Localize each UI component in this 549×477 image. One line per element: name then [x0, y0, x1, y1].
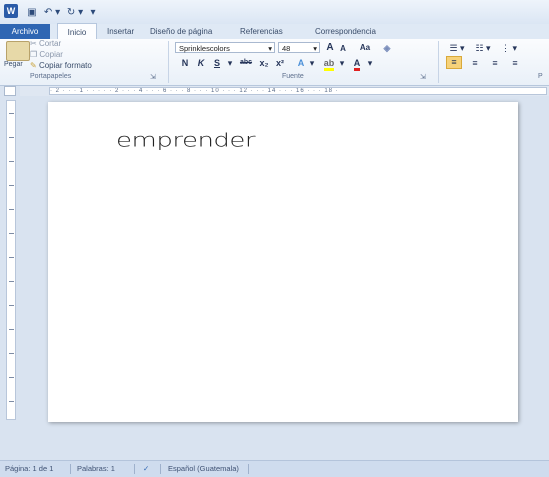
language-indicator[interactable]: Español (Guatemala): [168, 461, 239, 477]
align-right-icon[interactable]: ≡: [488, 57, 502, 69]
ruler-tick: [9, 329, 14, 330]
clipboard-group-label: Portapapeles: [30, 73, 72, 80]
undo-icon[interactable]: ↶ ▾: [40, 5, 64, 20]
status-divider: [248, 464, 249, 474]
ruler-tick: [9, 257, 14, 258]
customize-qat-icon[interactable]: ▾: [86, 5, 100, 20]
copy-button[interactable]: ❐ Copiar: [30, 50, 63, 59]
italic-button[interactable]: K: [196, 57, 206, 69]
ruler-tick: [9, 209, 14, 210]
change-case-button[interactable]: Aa: [356, 42, 374, 54]
tab-mailings[interactable]: Correspondencia: [315, 24, 376, 39]
ruler-tick: [9, 281, 14, 282]
page-count[interactable]: Página: 1 de 1: [5, 461, 53, 477]
ruler-scale: · 2 · · · 1 · · · · · 2 · · · 4 · · · 6 …: [49, 87, 547, 95]
ribbon-tabs: Archivo Inicio Insertar Diseño de página…: [0, 23, 549, 41]
horizontal-ruler[interactable]: · 2 · · · 1 · · · · · 2 · · · 4 · · · 6 …: [20, 86, 549, 96]
multilevel-list-icon[interactable]: ⋮ ▾: [498, 42, 520, 54]
status-divider: [160, 464, 161, 474]
font-group-label: Fuente: [282, 73, 304, 80]
text-effects-chevron-icon: ▾: [309, 58, 315, 68]
tab-insert[interactable]: Insertar: [107, 24, 134, 39]
align-left-icon[interactable]: ≡: [446, 56, 462, 69]
ruler-tick: [9, 353, 14, 354]
text-effects-icon[interactable]: A: [294, 57, 308, 69]
format-painter-button[interactable]: ✎ Copiar formato: [30, 61, 92, 70]
tab-file[interactable]: Archivo: [0, 24, 50, 39]
font-name-select[interactable]: Sprinklescolors ▾: [175, 42, 275, 53]
paste-button[interactable]: Pegar: [4, 61, 23, 68]
justify-icon[interactable]: ≡: [508, 57, 522, 69]
ruler-tick: [9, 113, 14, 114]
status-divider: [70, 464, 71, 474]
ruler-tick: [9, 377, 14, 378]
status-divider: [134, 464, 135, 474]
cut-button[interactable]: ✂ Cortar: [30, 39, 61, 48]
grow-font-button[interactable]: A: [324, 42, 336, 54]
ruler-tick: [9, 161, 14, 162]
font-name-value: Sprinklescolors: [179, 44, 230, 53]
cut-label: Cortar: [38, 39, 62, 48]
bold-button[interactable]: N: [180, 57, 190, 69]
ruler-tick: [9, 305, 14, 306]
subscript-button[interactable]: x₂: [258, 57, 270, 69]
strikethrough-button[interactable]: abc: [238, 57, 254, 69]
font-size-value: 48: [282, 44, 291, 53]
highlight-chevron-icon: ▾: [339, 58, 345, 68]
underline-button[interactable]: S: [212, 57, 222, 69]
align-center-icon[interactable]: ≡: [468, 57, 482, 69]
group-divider: [168, 41, 169, 83]
ruler-tick: [9, 233, 14, 234]
title-bar: W ▣ ↶ ▾ ↻ ▾ ▾: [0, 0, 549, 24]
copy-icon: ❐: [30, 50, 40, 59]
ruler-toggle-icon[interactable]: [4, 86, 16, 96]
redo-icon[interactable]: ↻ ▾: [64, 5, 86, 20]
group-divider: [438, 41, 439, 83]
numbering-icon[interactable]: ☷ ▾: [472, 42, 494, 54]
chevron-down-icon: ▾: [313, 44, 317, 53]
shrink-font-button[interactable]: A: [338, 43, 348, 55]
document-text[interactable]: emprender: [116, 130, 256, 152]
save-icon[interactable]: ▣: [24, 5, 40, 20]
tab-page-layout[interactable]: Diseño de página: [150, 24, 212, 39]
ruler-tick: [9, 401, 14, 402]
word-logo-icon[interactable]: W: [4, 4, 18, 18]
status-bar: Página: 1 de 1 Palabras: 1 ✓ Español (Gu…: [0, 460, 549, 477]
copy-label: Copiar: [39, 50, 63, 59]
ruler-tick: [9, 185, 14, 186]
font-color-icon[interactable]: A: [350, 57, 364, 71]
superscript-button[interactable]: x²: [274, 57, 286, 69]
clipboard-launcher-icon[interactable]: ⇲: [150, 73, 156, 81]
highlight-icon[interactable]: ab: [322, 57, 336, 71]
vertical-ruler[interactable]: [6, 100, 16, 420]
brush-icon: ✎: [30, 61, 39, 70]
scissors-icon: ✂: [30, 39, 39, 48]
paste-icon[interactable]: [6, 41, 30, 61]
chevron-down-icon: ▾: [268, 44, 272, 53]
clear-format-icon[interactable]: ◈: [380, 42, 394, 54]
bullets-icon[interactable]: ☰ ▾: [446, 42, 468, 54]
font-color-chevron-icon: ▾: [367, 58, 373, 68]
ruler-tick: [9, 137, 14, 138]
tab-references[interactable]: Referencias: [240, 24, 283, 39]
proofing-icon[interactable]: ✓: [143, 461, 149, 477]
underline-options-icon[interactable]: ▾: [226, 57, 234, 69]
font-launcher-icon[interactable]: ⇲: [420, 73, 426, 81]
ribbon: Pegar ✂ Cortar ❐ Copiar ✎ Copiar formato…: [0, 39, 549, 86]
word-count[interactable]: Palabras: 1: [77, 461, 115, 477]
document-page[interactable]: emprender: [48, 102, 518, 422]
format-painter-label: Copiar formato: [38, 61, 92, 70]
paragraph-group-label: P: [538, 73, 543, 80]
font-size-select[interactable]: 48 ▾: [278, 42, 320, 53]
